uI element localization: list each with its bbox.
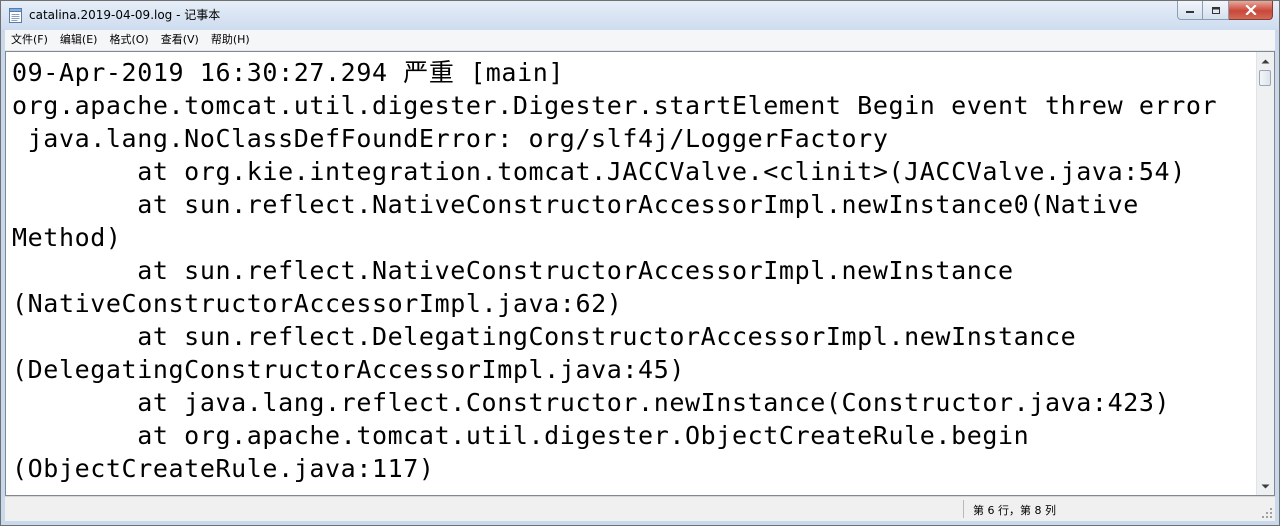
menu-view[interactable]: 查看(V) (155, 30, 205, 50)
text-line: (DelegatingConstructorAccessorImpl.java:… (12, 355, 686, 384)
text-editor[interactable]: 09-Apr-2019 16:30:27.294 严重 [main] org.a… (5, 51, 1275, 496)
status-divider (963, 500, 964, 518)
menu-bar: 文件(F) 编辑(E) 格式(O) 查看(V) 帮助(H) (5, 30, 1275, 51)
text-line: (NativeConstructorAccessorImpl.java:62) (12, 289, 623, 318)
text-line: (ObjectCreateRule.java:117) (12, 454, 435, 483)
scroll-thumb[interactable] (1259, 70, 1271, 86)
minimize-icon (1186, 11, 1194, 13)
menu-file[interactable]: 文件(F) (5, 30, 54, 50)
close-icon (1244, 5, 1257, 15)
menu-help[interactable]: 帮助(H) (205, 30, 256, 50)
text-line: at sun.reflect.NativeConstructorAccessor… (12, 190, 1139, 219)
text-line: at sun.reflect.NativeConstructorAccessor… (12, 256, 1014, 285)
menu-edit[interactable]: 编辑(E) (54, 30, 104, 50)
cursor-position: 第 6 行，第 8 列 (973, 504, 1056, 517)
vertical-scrollbar[interactable] (1256, 52, 1274, 495)
text-line: java.lang.NoClassDefFoundError: org/slf4… (12, 124, 889, 153)
status-bar: 第 6 行，第 8 列 (5, 496, 1275, 521)
minimize-button[interactable] (1177, 1, 1203, 20)
text-line: at java.lang.reflect.Constructor.newInst… (12, 388, 1171, 417)
resize-grip-icon[interactable] (1261, 507, 1273, 519)
scroll-up-button[interactable] (1257, 52, 1274, 69)
notepad-window: catalina.2019-04-09.log - 记事本 文件(F) 编辑(E… (0, 0, 1280, 526)
text-line: org.apache.tomcat.util.digester.Digester… (12, 91, 1218, 120)
maximize-button[interactable] (1203, 1, 1229, 20)
caption-buttons (1177, 1, 1273, 21)
text-line: 09-Apr-2019 16:30:27.294 严重 [main] (12, 58, 565, 87)
notepad-icon (9, 8, 22, 23)
text-line: at sun.reflect.DelegatingConstructorAcce… (12, 322, 1077, 351)
close-button[interactable] (1229, 1, 1273, 20)
maximize-icon (1211, 6, 1220, 14)
text-line: at org.kie.integration.tomcat.JACCValve.… (12, 157, 1186, 186)
menu-format[interactable]: 格式(O) (103, 30, 154, 50)
scroll-down-button[interactable] (1257, 478, 1274, 495)
text-line: Method) (12, 223, 122, 252)
scroll-down-icon (1261, 484, 1270, 488)
log-text[interactable]: 09-Apr-2019 16:30:27.294 严重 [main] org.a… (12, 56, 1256, 485)
title-bar[interactable]: catalina.2019-04-09.log - 记事本 (1, 1, 1279, 30)
scroll-up-icon (1261, 59, 1270, 63)
text-line: at org.apache.tomcat.util.digester.Objec… (12, 421, 1030, 450)
window-title: catalina.2019-04-09.log - 记事本 (29, 8, 221, 22)
